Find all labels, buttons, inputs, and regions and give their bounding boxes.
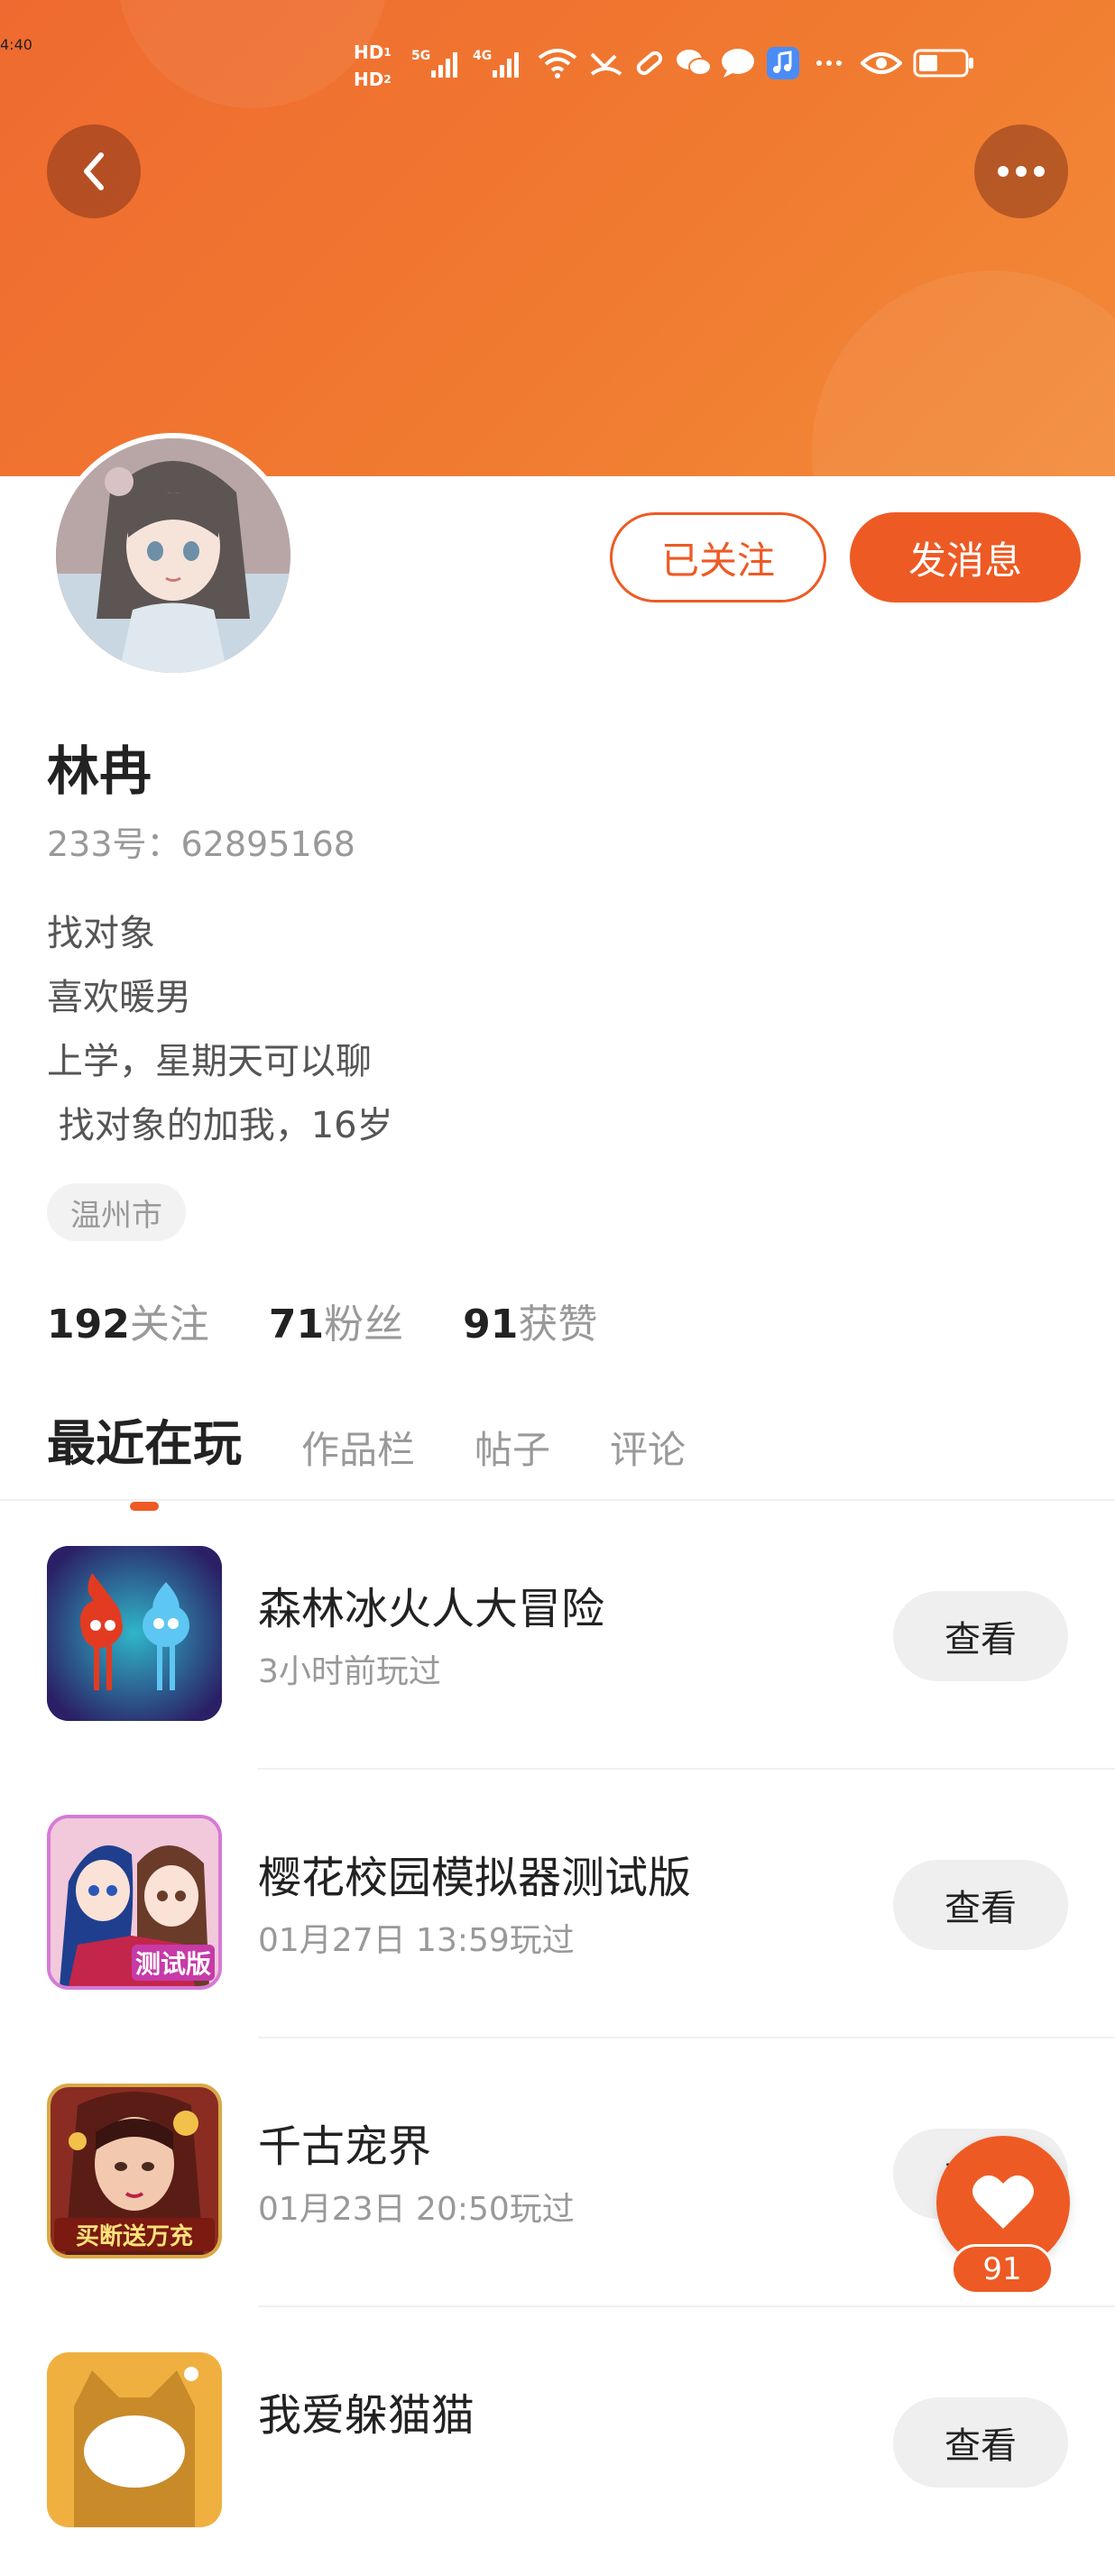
profile-header-banner: HD 1 HD 2 5G 4G 4:40 [0,0,1115,476]
signal-5g-icon: 5G [411,47,467,79]
game-title: 我爱躲猫猫 [258,2390,475,2441]
game-list-item[interactable]: 我爱躲猫猫 查看 [0,2307,1115,2576]
stat-number: 192 [47,1302,130,1348]
banner-decoration [812,271,1115,476]
eye-icon [861,47,902,79]
followed-button[interactable]: 已关注 [610,512,826,603]
view-game-button[interactable]: 查看 [893,1591,1068,1681]
game-title: 千古宠界 [258,2121,432,2172]
user-bio: 找对象 喜欢暖男 上学，星期天可以聊 找对象的加我，16岁 [47,902,393,1158]
more-options-button[interactable] [974,124,1068,218]
bio-line: 喜欢暖男 [47,977,191,1018]
stat-label: 关注 [129,1302,209,1348]
game-title: 樱花校园模拟器测试版 [258,1853,692,1903]
wifi-icon [536,47,579,79]
game-list-item[interactable]: 森林冰火人大冒险 3小时前玩过 查看 [0,1501,1115,1770]
avatar-image [56,438,290,673]
tab-recently-played[interactable]: 最近在玩 [47,1403,242,1511]
game-last-played: 01月27日 13:59玩过 [258,1922,575,1959]
user-name: 林冉 [47,741,152,802]
status-bar: HD 1 HD 2 5G 4G 4:40 [0,36,1115,90]
game-title: 森林冰火人大冒险 [258,1584,605,1634]
more-horizontal-icon [998,166,1045,177]
game-icon: 测试版 [47,1815,222,1990]
stat-label: 粉丝 [324,1302,404,1348]
hd-2-icon: HD 2 [354,69,392,90]
missed-call-icon [588,47,624,79]
bio-line: 找对象的加我，16岁 [47,1105,393,1146]
stat-number: 91 [463,1302,519,1348]
stat-following[interactable]: 192关注 [47,1292,209,1349]
game-last-played: 3小时前玩过 [258,1653,441,1690]
svg-text:5G: 5G [411,49,430,63]
game-icon: 买断送万充 [47,2084,222,2259]
profile-tabs: 最近在玩 作品栏 帖子 评论 [47,1403,686,1511]
tab-posts[interactable]: 帖子 [475,1420,550,1475]
stat-number: 71 [268,1302,325,1348]
chat-bubble-icon [720,47,756,79]
battery-icon [913,47,976,79]
stat-fans[interactable]: 71粉丝 [269,1292,403,1349]
more-dots-icon [814,47,844,79]
game-icon [47,1546,222,1721]
svg-text:4G: 4G [473,49,492,63]
bio-line: 找对象 [47,913,155,954]
view-game-button[interactable]: 查看 [893,1860,1068,1950]
wechat-icon [675,47,713,79]
avatar[interactable] [51,433,296,678]
like-count-badge: 91 [951,2244,1054,2295]
music-app-icon [767,47,799,79]
game-icon-badge: 买断送万充 [54,2218,215,2251]
view-game-button[interactable]: 查看 [893,2397,1068,2488]
back-button[interactable] [47,124,141,218]
heart-icon [972,2175,1034,2229]
tab-works[interactable]: 作品栏 [301,1420,415,1475]
profile-stats: 192关注 71粉丝 91获赞 [47,1292,597,1349]
game-list-item[interactable]: 测试版 樱花校园模拟器测试版 01月27日 13:59玩过 查看 [0,1770,1115,2038]
game-icon-badge: 测试版 [131,1945,215,1981]
game-last-played: 01月23日 20:50玩过 [258,2191,575,2228]
signal-4g-icon: 4G [473,47,529,79]
send-message-button[interactable]: 发消息 [850,512,1081,603]
stat-label: 获赞 [518,1302,598,1348]
back-arrow-icon [84,152,104,190]
tab-label: 最近在玩 [47,1415,242,1472]
user-id: 233号：62895168 [47,824,355,864]
stat-likes[interactable]: 91获赞 [463,1292,597,1349]
tab-comments[interactable]: 评论 [610,1420,686,1475]
game-icon [47,2352,222,2527]
location-tag: 温州市 [47,1183,186,1241]
bandage-icon [631,47,668,79]
bio-line: 上学，星期天可以聊 [47,1041,372,1082]
